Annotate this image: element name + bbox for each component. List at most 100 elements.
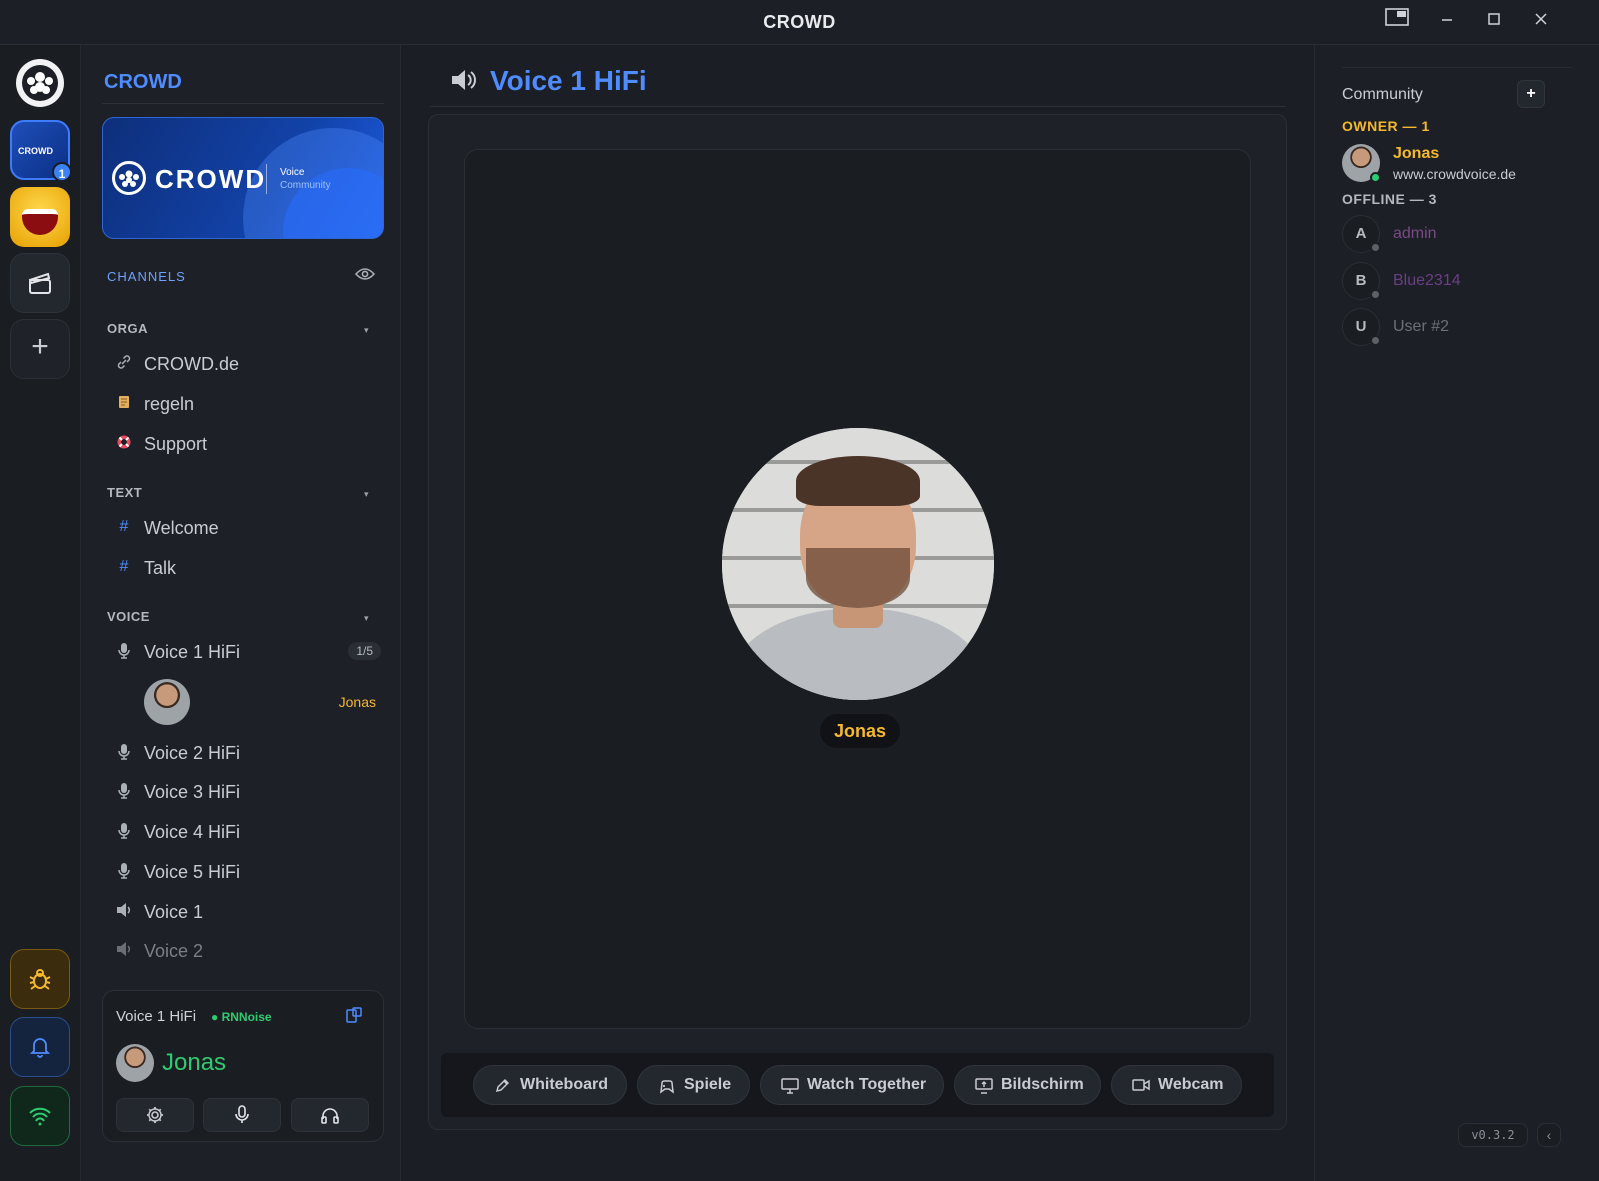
voice-channel-2-hifi[interactable]: Voice 2 HiFi (109, 739, 381, 769)
games-button[interactable]: Spiele (637, 1065, 750, 1105)
main-voice-area: Voice 1 HiFi Jonas Whiteboard Spiele Wat… (402, 45, 1314, 1181)
avatar-hair (796, 456, 920, 506)
user-count-badge: 1/5 (348, 642, 381, 660)
user-voice-panel: Voice 1 HiFi ● RNNoise Jonas (102, 990, 384, 1142)
activity-toolbar: Whiteboard Spiele Watch Together Bildsch… (441, 1053, 1274, 1117)
server-clapperboard-icon[interactable] (10, 253, 70, 313)
popout-icon[interactable] (346, 1007, 362, 1028)
chevron-down-icon[interactable]: ▾ (364, 489, 369, 500)
banner-subtitle: Community (280, 180, 331, 191)
microphone-icon (115, 743, 133, 766)
offline-status-dot (1370, 335, 1381, 346)
link-icon (115, 354, 133, 375)
channel-label: Talk (144, 558, 177, 578)
online-status-dot (1370, 172, 1381, 183)
avatar (144, 679, 190, 725)
banner-logo-icon (112, 161, 146, 195)
channel-label: CROWD.de (144, 354, 240, 374)
eye-icon[interactable] (354, 267, 376, 286)
channel-label: regeln (144, 394, 195, 414)
pip-icon[interactable] (1382, 8, 1412, 36)
watch-together-button[interactable]: Watch Together (760, 1065, 944, 1105)
button-label: Whiteboard (520, 1076, 608, 1093)
monitor-icon (781, 1078, 799, 1099)
close-icon[interactable] (1526, 8, 1556, 36)
voice-channel-3-hifi[interactable]: Voice 3 HiFi (109, 778, 381, 808)
noise-suppression-label: RNNoise (221, 1010, 272, 1024)
server-crowd-icon[interactable]: CROWD 1 (10, 120, 72, 182)
lifebuoy-icon (115, 434, 133, 455)
hash-icon: # (119, 518, 129, 535)
minimize-icon[interactable] (1432, 8, 1462, 36)
channel-support[interactable]: Support (109, 430, 381, 460)
channel-label: Voice 3 HiFi (144, 782, 241, 802)
divider (430, 106, 1286, 107)
channel-label: Voice 5 HiFi (144, 862, 241, 882)
chevron-left-icon[interactable]: ‹ (1537, 1123, 1561, 1147)
avatar-beard (806, 548, 910, 608)
member-status: www.crowdvoice.de (1393, 166, 1516, 182)
member-name[interactable]: User #2 (1393, 318, 1449, 336)
offline-status-dot (1370, 242, 1381, 253)
channel-talk[interactable]: # Talk (109, 554, 381, 584)
divider (1342, 67, 1572, 68)
channel-header: Voice 1 HiFi (450, 65, 647, 99)
unread-badge: 1 (52, 162, 72, 182)
pen-icon (494, 1078, 510, 1099)
chevron-down-icon[interactable]: ▾ (364, 325, 369, 336)
voice-channel-1[interactable]: Voice 1 (109, 898, 381, 928)
voice-channel-4-hifi[interactable]: Voice 4 HiFi (109, 818, 381, 848)
channel-label: Welcome (144, 518, 219, 538)
notifications-bell-button[interactable] (10, 1017, 70, 1077)
gamepad-icon (658, 1078, 676, 1099)
headphones-button[interactable] (291, 1098, 369, 1132)
add-server-button[interactable]: + (10, 319, 70, 379)
category-orga[interactable]: ORGA (107, 321, 148, 336)
category-voice[interactable]: VOICE (107, 609, 150, 624)
microphone-button[interactable] (203, 1098, 281, 1132)
channel-welcome[interactable]: # Welcome (109, 514, 381, 544)
mouth-shape (22, 209, 58, 235)
chevron-down-icon[interactable]: ▾ (364, 613, 369, 624)
participant-avatar[interactable] (722, 428, 994, 700)
speaker-icon (115, 902, 133, 923)
speaker-icon (115, 941, 133, 962)
offline-status-dot (1370, 289, 1381, 300)
server-title: CROWD (104, 71, 182, 93)
voice-stage-container: Jonas Whiteboard Spiele Watch Together B… (428, 114, 1287, 1130)
whiteboard-button[interactable]: Whiteboard (473, 1065, 627, 1105)
maximize-icon[interactable] (1479, 8, 1509, 36)
channel-rules[interactable]: regeln (109, 390, 381, 420)
button-label: Webcam (1158, 1076, 1224, 1093)
webcam-button[interactable]: Webcam (1111, 1065, 1242, 1105)
server-screaming-emoji-icon[interactable] (10, 187, 70, 247)
channel-label: Support (144, 434, 208, 454)
member-name[interactable]: Blue2314 (1393, 272, 1461, 290)
voice-member-item[interactable]: Jonas (144, 679, 376, 725)
channel-label: Voice 2 (144, 941, 204, 961)
voice-channel-1-hifi[interactable]: Voice 1 HiFi 1/5 (109, 638, 381, 668)
member-name[interactable]: admin (1393, 225, 1437, 243)
current-username: Jonas (162, 1049, 227, 1076)
screen-share-icon (975, 1078, 993, 1099)
app-logo-icon[interactable] (16, 59, 64, 107)
microphone-icon (115, 782, 133, 805)
member-name[interactable]: Jonas (1393, 145, 1439, 163)
screen-share-button[interactable]: Bildschirm (954, 1065, 1101, 1105)
avatar[interactable] (116, 1044, 154, 1082)
microphone-icon (115, 822, 133, 845)
category-text[interactable]: TEXT (107, 485, 142, 500)
channel-link[interactable]: CROWD.de (109, 350, 381, 380)
server-rail: CROWD 1 + (0, 45, 81, 1181)
voice-channel-5-hifi[interactable]: Voice 5 HiFi (109, 858, 381, 888)
settings-button[interactable] (116, 1098, 194, 1132)
member-list: Community + OWNER — 1 Jonas www.crowdvoi… (1314, 45, 1599, 1181)
channels-heading: CHANNELS (107, 269, 186, 284)
invite-button[interactable]: + (1517, 80, 1545, 108)
button-label: Spiele (684, 1076, 732, 1093)
voice-channel-2[interactable]: Voice 2 (109, 937, 381, 967)
bug-report-button[interactable] (10, 949, 70, 1009)
owner-group-heading: OWNER — 1 (1342, 118, 1430, 134)
connection-wifi-button[interactable] (10, 1086, 70, 1146)
server-banner[interactable]: CROWD Voice Community (102, 117, 384, 239)
